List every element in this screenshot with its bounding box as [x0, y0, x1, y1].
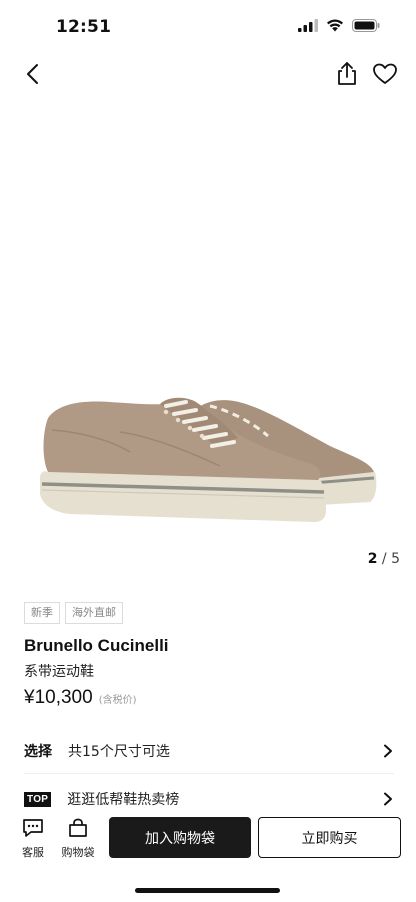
home-indicator[interactable]	[135, 888, 280, 893]
status-time: 12:51	[56, 17, 112, 37]
shopping-bag-button[interactable]: 购物袋	[58, 818, 98, 860]
sneaker-illustration	[40, 397, 377, 522]
cellular-signal-icon	[298, 19, 318, 32]
size-count-text: 共15个尺寸可选	[68, 743, 170, 760]
top-ranking-text: 逛逛低帮鞋热卖榜	[67, 792, 180, 808]
chevron-right-icon	[384, 744, 392, 757]
share-button[interactable]	[334, 60, 360, 88]
wifi-icon	[327, 19, 343, 32]
image-counter: 2 / 5	[368, 551, 400, 567]
product-tags: 新季 海外直邮	[24, 602, 123, 624]
chevron-right-icon	[384, 792, 392, 806]
chat-bubble-icon	[23, 819, 43, 837]
top-badge: TOP	[24, 791, 52, 807]
status-bar: 12:51	[0, 0, 416, 56]
product-name: 系带运动鞋	[24, 664, 94, 680]
back-button[interactable]	[20, 60, 48, 88]
status-icons	[298, 19, 380, 32]
nav-bar	[0, 56, 416, 92]
image-counter-current: 2	[367, 551, 378, 567]
price-note: (含税价)	[98, 695, 137, 706]
image-counter-separator: /	[381, 551, 387, 567]
price: ¥10,300	[24, 687, 93, 708]
price-row: ¥10,300 (含税价)	[24, 687, 137, 709]
heart-icon	[373, 63, 397, 84]
tag-new-season: 新季	[24, 602, 60, 624]
product-image-carousel[interactable]	[0, 100, 416, 540]
chevron-left-icon	[27, 64, 38, 84]
share-icon	[338, 62, 356, 85]
customer-service-label: 客服	[22, 846, 44, 859]
customer-service-button[interactable]: 客服	[13, 818, 53, 860]
shopping-bag-icon	[69, 818, 87, 837]
buy-now-button[interactable]: 立即购买	[258, 817, 401, 858]
brand-name[interactable]: Brunello Cucinelli	[24, 636, 169, 656]
image-counter-total: 5	[391, 551, 400, 567]
size-select-row[interactable]: 选择 共15个尺寸可选	[24, 728, 394, 774]
add-to-bag-button[interactable]: 加入购物袋	[109, 817, 251, 858]
tag-overseas-direct: 海外直邮	[65, 602, 123, 624]
favorite-button[interactable]	[372, 62, 398, 86]
battery-icon	[352, 19, 380, 32]
shopping-bag-label: 购物袋	[61, 846, 95, 859]
size-select-label: 选择	[24, 743, 52, 760]
bottom-action-bar: 客服 购物袋 加入购物袋 立即购买	[0, 812, 416, 864]
